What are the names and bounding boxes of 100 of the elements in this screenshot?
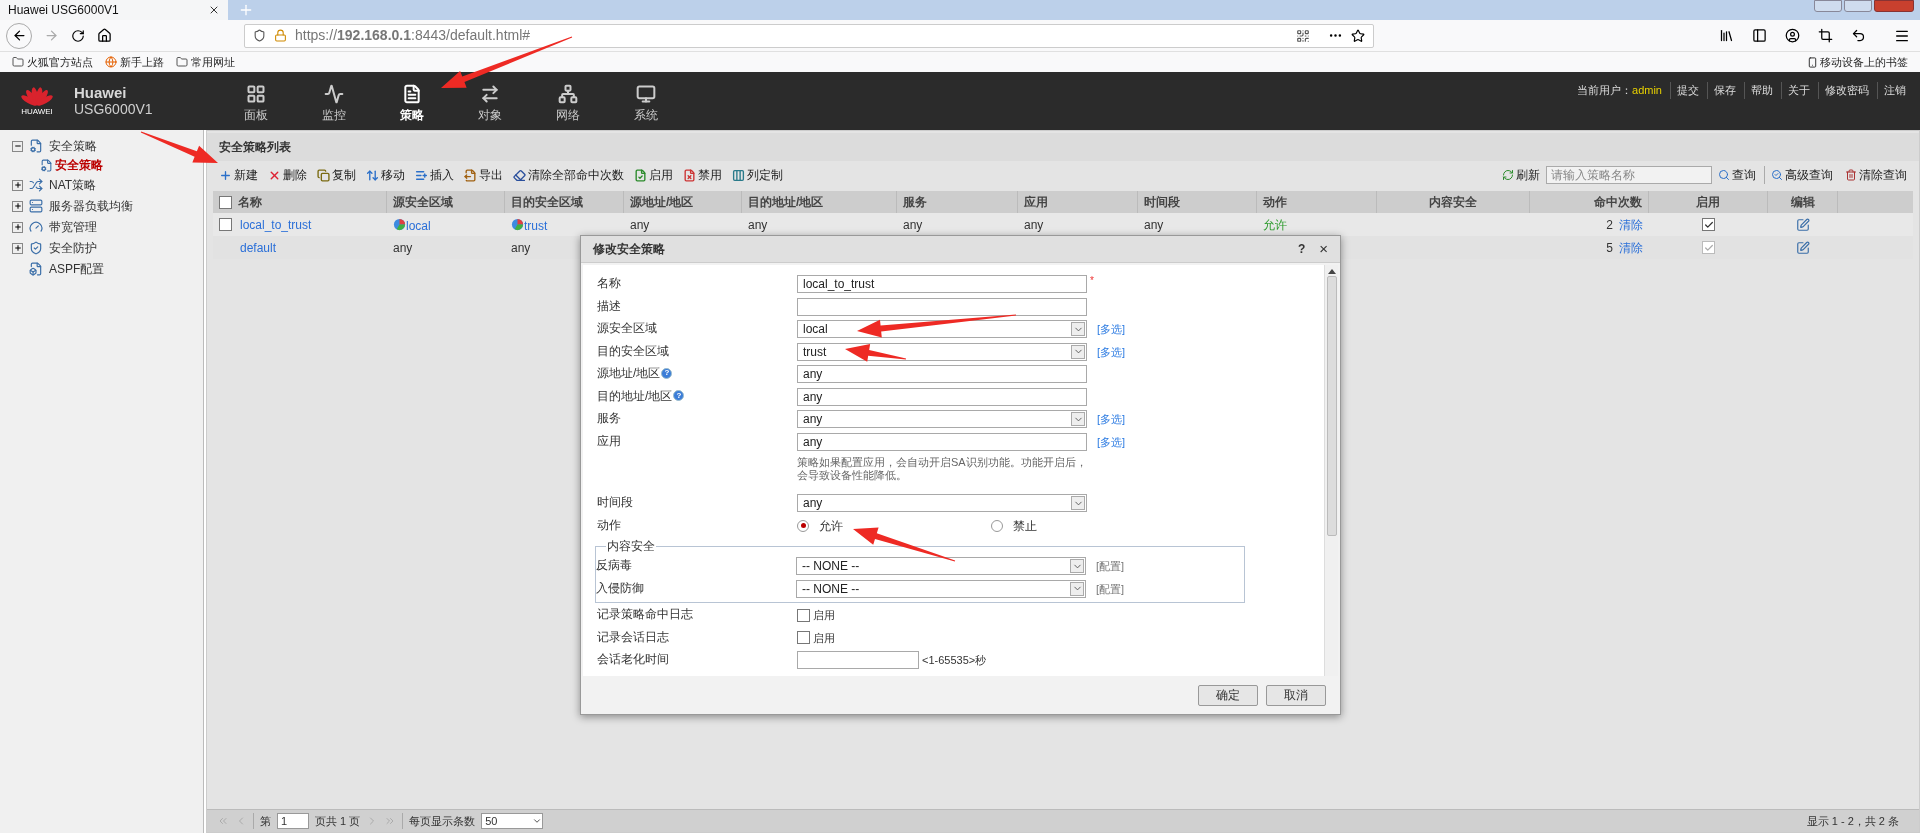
column-header[interactable]: 启用 <box>1696 193 1720 211</box>
column-header[interactable]: 命中次数 <box>1594 193 1642 211</box>
checkbox[interactable] <box>797 631 810 645</box>
zone-link[interactable]: local <box>406 217 431 235</box>
select-field[interactable]: -- NONE -- <box>796 579 1086 598</box>
select-field[interactable]: trust <box>797 342 1087 361</box>
link[interactable]: [多选] <box>1097 411 1126 428</box>
query-button[interactable]: 查询 <box>1718 166 1765 184</box>
header-link[interactable]: 注销 <box>1877 82 1906 99</box>
star-icon[interactable] <box>1351 28 1365 43</box>
account-icon[interactable] <box>1785 28 1800 43</box>
tree-item[interactable]: NAT策略 <box>49 176 97 194</box>
expander-icon[interactable] <box>12 221 23 233</box>
policy-name-link[interactable]: local_to_trust <box>240 215 312 234</box>
select-field[interactable]: any <box>797 494 1087 513</box>
link[interactable]: [多选] <box>1097 343 1126 360</box>
input-field[interactable]: any <box>797 432 1087 451</box>
input-field[interactable] <box>797 297 1087 316</box>
header-link[interactable]: 关于 <box>1781 82 1810 99</box>
column-header[interactable]: 源地址/地区 <box>630 193 694 211</box>
toolbar-button[interactable]: 列定制 <box>732 166 783 184</box>
qr-code-icon[interactable] <box>1296 28 1310 43</box>
clear-link[interactable]: 清除 <box>1619 238 1643 257</box>
tree-item[interactable]: 服务器负载均衡 <box>49 197 133 215</box>
toolbar-button[interactable]: 启用 <box>634 166 673 184</box>
select-field[interactable]: -- NONE -- <box>796 557 1086 576</box>
refresh-button[interactable]: 刷新 <box>1502 166 1540 184</box>
bookmark[interactable]: 常用网址 <box>176 53 235 71</box>
radio-button[interactable] <box>991 519 1003 532</box>
header-link[interactable]: 修改密码 <box>1818 82 1869 99</box>
scroll-up-icon[interactable] <box>1327 269 1336 274</box>
close-icon[interactable] <box>208 4 220 16</box>
toolbar-button[interactable]: 删除 <box>268 166 307 184</box>
input-field[interactable]: local_to_trust <box>797 275 1087 294</box>
nav-tab[interactable]: 策略 <box>386 84 438 130</box>
radio-button[interactable] <box>797 519 809 532</box>
toolbar-button[interactable]: 禁用 <box>683 166 722 184</box>
per-page-select[interactable]: 50 <box>481 813 544 829</box>
tree-item[interactable]: 带宽管理 <box>49 218 97 236</box>
expander-icon[interactable] <box>12 179 23 191</box>
column-header[interactable]: 时间段 <box>1144 193 1180 211</box>
home-icon[interactable] <box>97 28 112 43</box>
column-header[interactable]: 动作 <box>1263 193 1287 211</box>
library-icon[interactable] <box>1719 28 1734 43</box>
crop-icon[interactable] <box>1818 28 1833 43</box>
tree-item[interactable]: 安全策略 <box>49 137 97 155</box>
policy-name-link[interactable]: default <box>240 238 277 257</box>
column-header[interactable]: 源安全区域 <box>393 193 453 211</box>
address-bar[interactable]: https://192.168.0.1:8443/default.html# <box>244 23 1374 48</box>
advanced-query-button[interactable]: 高级查询 <box>1771 166 1833 184</box>
expander-icon[interactable] <box>12 242 23 254</box>
clear-query-button[interactable]: 清除查询 <box>1845 166 1907 184</box>
bookmark[interactable]: 新手上路 <box>105 53 164 71</box>
checkbox[interactable] <box>219 218 232 231</box>
nav-tab[interactable]: 系统 <box>620 84 672 130</box>
help-button[interactable]: ? <box>1297 240 1306 258</box>
bookmark[interactable]: 移动设备上的书签 <box>1807 53 1908 71</box>
undo-icon[interactable] <box>1851 28 1866 43</box>
dialog-button[interactable]: 取消 <box>1266 684 1326 706</box>
bookmark[interactable]: 火狐官方站点 <box>12 53 93 71</box>
scrollbar[interactable] <box>1324 265 1338 676</box>
expander-icon[interactable] <box>12 200 23 212</box>
sidebar-icon[interactable] <box>1752 28 1767 43</box>
header-link[interactable]: 帮助 <box>1744 82 1773 99</box>
nav-tab[interactable]: 监控 <box>308 84 360 130</box>
column-header[interactable]: 编辑 <box>1790 193 1815 211</box>
toolbar-button[interactable]: 新建 <box>219 166 258 184</box>
zone-link[interactable]: trust <box>524 217 548 235</box>
select-field[interactable]: any <box>797 410 1087 429</box>
toolbar-button[interactable]: 导出 <box>464 166 503 184</box>
column-header[interactable]: 目的安全区域 <box>511 193 583 211</box>
link[interactable]: [多选] <box>1097 321 1126 338</box>
tree-item[interactable]: 安全防护 <box>49 239 97 257</box>
column-header[interactable]: 目的地址/地区 <box>748 193 824 211</box>
edit-icon[interactable] <box>1796 217 1810 232</box>
column-header[interactable]: 名称 <box>238 193 262 211</box>
toolbar-button[interactable]: 复制 <box>317 166 356 184</box>
toolbar-button[interactable]: 清除全部命中次数 <box>513 166 624 184</box>
checkbox[interactable] <box>1702 218 1715 231</box>
input-field[interactable]: any <box>797 387 1087 406</box>
close-button[interactable]: × <box>1319 237 1328 261</box>
page-field[interactable]: 1 <box>277 813 309 829</box>
maximize-button[interactable] <box>1844 0 1872 12</box>
toolbar-button[interactable]: 插入 <box>415 166 454 184</box>
dialog-button[interactable]: 确定 <box>1198 684 1258 706</box>
toolbar-button[interactable]: 移动 <box>366 166 405 184</box>
tree-item[interactable]: ASPF配置 <box>49 260 105 278</box>
search-field[interactable]: 请输入策略名称 <box>1546 166 1712 184</box>
column-header[interactable]: 内容安全 <box>1429 193 1477 211</box>
nav-tab[interactable]: 对象 <box>464 84 516 130</box>
input-field[interactable]: any <box>797 365 1087 384</box>
header-link[interactable]: 提交 <box>1670 82 1699 99</box>
nav-tab[interactable]: 面板 <box>230 84 282 130</box>
minimize-button[interactable] <box>1814 0 1842 12</box>
edit-icon[interactable] <box>1796 240 1810 255</box>
reload-icon[interactable] <box>71 28 85 43</box>
clear-link[interactable]: 清除 <box>1619 215 1643 234</box>
nav-tab[interactable]: 网络 <box>542 84 594 130</box>
column-header[interactable]: 服务 <box>903 193 927 211</box>
help-icon[interactable]: ? <box>673 390 685 401</box>
